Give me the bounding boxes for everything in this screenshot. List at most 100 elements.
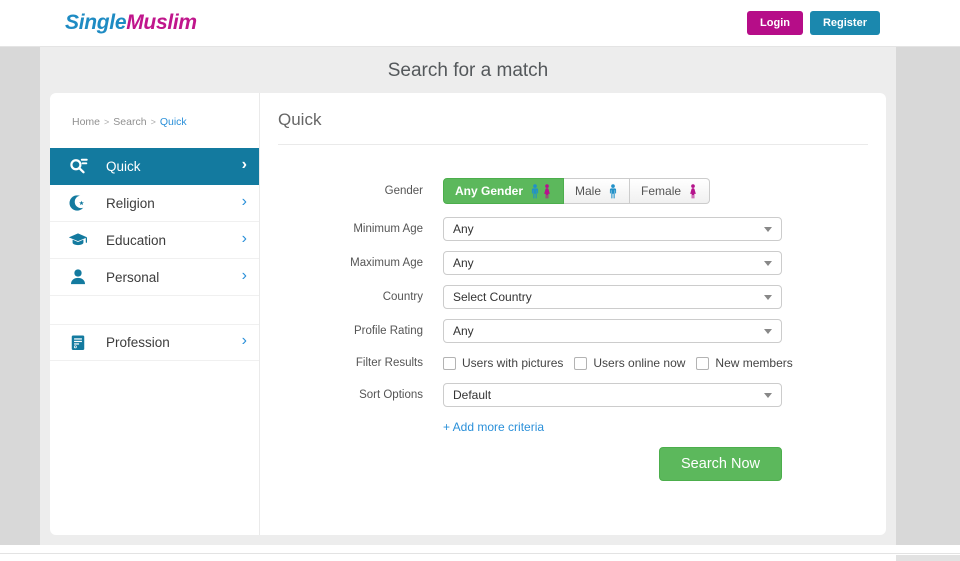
sort-options-label: Sort Options	[260, 389, 423, 401]
footer-divider	[0, 553, 960, 554]
profile-rating-row: Profile Rating Any	[260, 319, 886, 343]
gender-any-button[interactable]: Any Gender	[443, 178, 564, 204]
profile-rating-select[interactable]: Any	[443, 319, 782, 343]
checkbox-new-members[interactable]: New members	[696, 356, 792, 370]
checkbox-users-online-now[interactable]: Users online now	[574, 356, 685, 370]
breadcrumb-home[interactable]: Home	[72, 116, 100, 128]
male-icon	[608, 184, 618, 199]
checkbox-box[interactable]	[574, 357, 587, 370]
gender-label: Gender	[260, 185, 423, 197]
gender-button-group: Any Gender Male Femal	[443, 178, 710, 204]
sidebar-item-label: Quick	[106, 159, 242, 174]
checkbox-label: New members	[715, 356, 792, 370]
minimum-age-value: Any	[453, 222, 474, 236]
caret-down-icon	[764, 329, 772, 334]
add-criteria-row: + Add more criteria	[260, 419, 886, 435]
breadcrumb: Home > Search > Quick	[50, 93, 259, 148]
sidebar-item-religion[interactable]: Religion ›	[50, 185, 259, 222]
content-heading: Quick	[278, 110, 886, 130]
checkbox-box[interactable]	[443, 357, 456, 370]
female-icon	[542, 184, 552, 199]
register-button[interactable]: Register	[810, 11, 880, 35]
country-row: Country Select Country	[260, 285, 886, 309]
sidebar-item-label: Personal	[106, 270, 242, 285]
maximum-age-label: Maximum Age	[260, 257, 423, 269]
breadcrumb-search[interactable]: Search	[113, 116, 146, 128]
sidebar-item-label: Religion	[106, 196, 242, 211]
footer-corner-block	[896, 555, 960, 561]
checkbox-label: Users online now	[593, 356, 685, 370]
sidebar: Home > Search > Quick Quick › Religion ›	[50, 93, 260, 535]
site-logo[interactable]: SingleMuslim	[65, 11, 197, 35]
sidebar-item-quick[interactable]: Quick ›	[50, 148, 259, 185]
header: SingleMuslim Login Register	[0, 0, 960, 47]
male-icon	[530, 184, 540, 199]
heading-divider	[278, 144, 868, 145]
logo-text-single: Single	[65, 11, 126, 34]
certificate-icon	[68, 333, 90, 353]
sidebar-item-label: Profession	[106, 335, 242, 350]
minimum-age-label: Minimum Age	[260, 223, 423, 235]
minimum-age-row: Minimum Age Any	[260, 217, 886, 241]
minimum-age-select[interactable]: Any	[443, 217, 782, 241]
login-button[interactable]: Login	[747, 11, 803, 35]
checkbox-label: Users with pictures	[462, 356, 563, 370]
chevron-right-icon: ›	[242, 231, 247, 250]
caret-down-icon	[764, 393, 772, 398]
gender-male-button[interactable]: Male	[564, 178, 630, 204]
breadcrumb-quick[interactable]: Quick	[160, 116, 187, 128]
sidebar-menu: Quick › Religion › Education ›	[50, 148, 259, 361]
profile-rating-label: Profile Rating	[260, 325, 423, 337]
sidebar-menu-gap	[50, 296, 259, 324]
gender-male-label: Male	[575, 184, 601, 198]
caret-down-icon	[764, 227, 772, 232]
chevron-right-icon: ›	[242, 194, 247, 213]
caret-down-icon	[764, 295, 772, 300]
maximum-age-row: Maximum Age Any	[260, 251, 886, 275]
gender-female-label: Female	[641, 184, 681, 198]
chevron-right-icon: ›	[242, 157, 247, 176]
page: SingleMuslim Login Register Search for a…	[0, 0, 960, 561]
page-title: Search for a match	[40, 47, 896, 93]
chevron-right-icon: ›	[242, 333, 247, 352]
sidebar-item-label: Education	[106, 233, 242, 248]
quick-search-icon	[68, 156, 90, 176]
header-actions: Login Register	[747, 11, 880, 35]
checkbox-box[interactable]	[696, 357, 709, 370]
sidebar-item-education[interactable]: Education ›	[50, 222, 259, 259]
breadcrumb-separator: >	[104, 117, 109, 127]
country-value: Select Country	[453, 290, 532, 304]
search-button-row: Search Now	[260, 447, 782, 481]
filter-results-label: Filter Results	[260, 357, 423, 369]
graduation-cap-icon	[68, 230, 90, 250]
sidebar-item-personal[interactable]: Personal ›	[50, 259, 259, 296]
sort-options-row: Sort Options Default	[260, 383, 886, 407]
breadcrumb-separator: >	[151, 117, 156, 127]
female-icon	[688, 184, 698, 199]
main-container: Search for a match Home > Search > Quick Qui…	[40, 47, 896, 545]
gender-female-button[interactable]: Female	[630, 178, 710, 204]
chevron-right-icon: ›	[242, 268, 247, 287]
country-select[interactable]: Select Country	[443, 285, 782, 309]
sidebar-item-profession[interactable]: Profession ›	[50, 324, 259, 361]
logo-text-muslim: Muslim	[126, 11, 197, 34]
crescent-star-icon	[68, 193, 90, 213]
search-card: Home > Search > Quick Quick › Religion ›	[50, 93, 886, 535]
main-background: Search for a match Home > Search > Quick Qui…	[0, 47, 960, 545]
search-now-button[interactable]: Search Now	[659, 447, 782, 481]
checkbox-users-with-pictures[interactable]: Users with pictures	[443, 356, 563, 370]
sort-options-value: Default	[453, 388, 491, 402]
gender-any-label: Any Gender	[455, 184, 523, 198]
maximum-age-select[interactable]: Any	[443, 251, 782, 275]
gender-row: Gender Any Gender Male	[260, 178, 886, 204]
profile-rating-value: Any	[453, 324, 474, 338]
sort-options-select[interactable]: Default	[443, 383, 782, 407]
filter-results-row: Filter Results Users with pictures Users…	[260, 353, 886, 373]
country-label: Country	[260, 291, 423, 303]
add-more-criteria-link[interactable]: + Add more criteria	[443, 420, 544, 434]
footer	[0, 545, 960, 561]
caret-down-icon	[764, 261, 772, 266]
maximum-age-value: Any	[453, 256, 474, 270]
quick-search-form: Gender Any Gender Male	[260, 178, 886, 481]
person-icon	[68, 267, 90, 287]
